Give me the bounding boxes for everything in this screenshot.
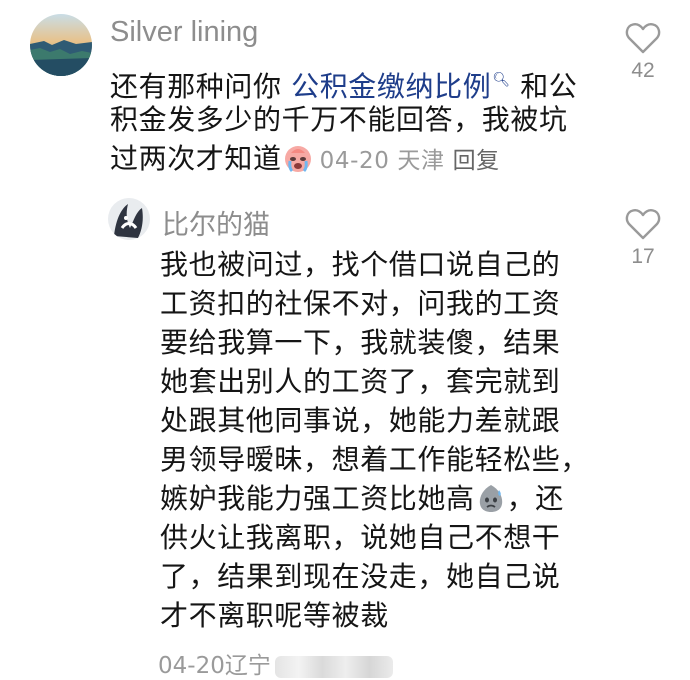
reply-location: 辽宁 (224, 653, 271, 679)
search-hint-icon[interactable]: 🔍︎ (492, 72, 510, 88)
comment-text-segment: 和公 (510, 70, 578, 103)
crying-face-emoji (284, 146, 311, 173)
commenter-avatar[interactable] (30, 14, 92, 76)
reply-avatar[interactable] (108, 198, 150, 240)
like-count: 17 (631, 245, 655, 268)
commenter-username[interactable]: Silver lining (110, 16, 258, 49)
comment-like-button[interactable]: 42 (618, 22, 668, 83)
reply-line-3: 要给我算一下，我就装傻，结果 (160, 326, 561, 359)
reply-line-4: 她套出别人的工资了，套完就到 (160, 365, 561, 398)
reply-text-segment: ，还 (506, 482, 564, 515)
heart-outline-icon (625, 23, 661, 54)
reply-line-1: 我也被问过，找个借口说自己的 (160, 248, 561, 281)
comment-location: 天津 (397, 148, 445, 174)
like-count: 42 (631, 59, 655, 82)
reply-username[interactable]: 比尔的猫 (162, 203, 270, 242)
comment-line-2: 积金发多少的千万不能回答，我被坑 (110, 103, 568, 136)
reply-line-8: 供火让我离职，说她自己不想干 (160, 521, 561, 554)
comment-body: 还有那种问你 公积金缴纳比例🔍︎ 和公 积金发多少的千万不能回答，我被坑 过两次… (110, 61, 577, 178)
reply-line-6: 男领导暧昧，想着工作能轻松些， (160, 443, 590, 476)
blurred-watermark (274, 655, 393, 678)
heart-outline-icon (625, 209, 661, 240)
reply-date: 04-20 (158, 653, 225, 679)
comment-text-segment: 过两次才知道 (110, 142, 282, 175)
sweat-face-emoji (479, 485, 502, 512)
keyword-search-link[interactable]: 公积金缴纳比例 (291, 70, 491, 103)
comment-line-1: 还有那种问你 公积金缴纳比例🔍︎ 和公 (110, 61, 578, 103)
reply-line-10: 才不离职呢等被裁 (160, 599, 389, 632)
reply-button[interactable]: 回复 (453, 148, 500, 174)
comment-line-3: 过两次才知道 04-20 天津 回复 (110, 139, 577, 178)
reply-line-7: 嫉妒我能力强工资比她高 ，还 (160, 479, 589, 518)
comment-text-segment: 还有那种问你 (110, 70, 292, 103)
reply-meta: 04-20辽宁 (158, 646, 393, 680)
reply-body: 我也被问过，找个借口说自己的 工资扣的社保不对，问我的工资 要给我算一下，我就装… (160, 245, 589, 635)
reply-like-button[interactable]: 17 (618, 208, 668, 269)
reply-line-5: 处跟其他同事说，她能力差就跟 (160, 404, 561, 437)
comment-date: 04-20 (319, 148, 390, 174)
reply-line-9: 了，结果到现在没走，她自己说 (160, 560, 561, 593)
comment-meta: 04-20 天津 回复 (320, 148, 500, 174)
reply-text-segment: 嫉妒我能力强工资比她高 (160, 482, 475, 515)
reply-line-2: 工资扣的社保不对，问我的工资 (160, 287, 561, 320)
